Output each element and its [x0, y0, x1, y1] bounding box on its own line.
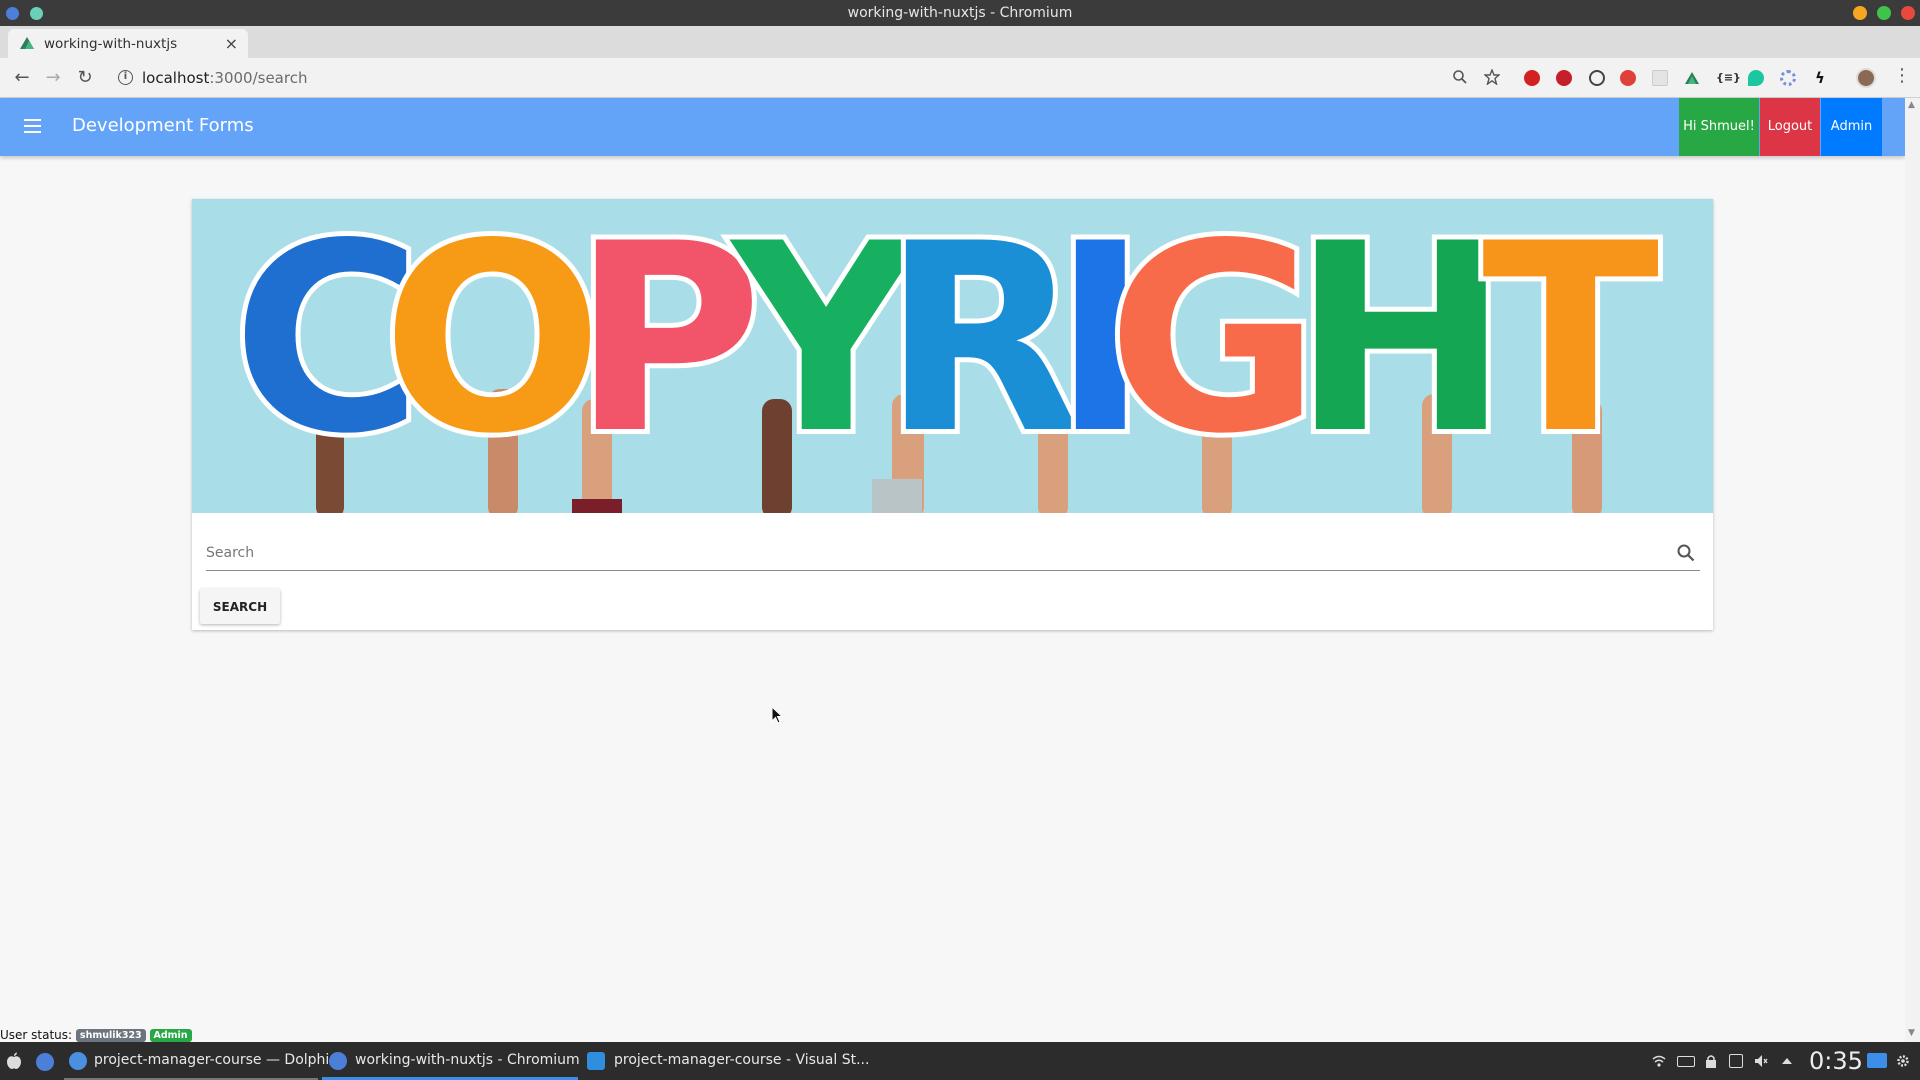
leaf-extension-icon[interactable] — [1748, 70, 1764, 86]
nuxt-icon — [20, 37, 34, 49]
gear-extension-icon[interactable] — [1780, 70, 1796, 86]
mouse-cursor-icon — [771, 706, 783, 724]
user-status-label: User status: — [0, 1028, 73, 1042]
search-button[interactable]: SEARCH — [200, 589, 280, 624]
folder-icon[interactable] — [1867, 1053, 1887, 1068]
search-icon[interactable] — [1676, 543, 1696, 563]
back-icon[interactable]: ← — [12, 68, 32, 88]
taskbar-item-label: project-manager-course — Dolphin — [94, 1052, 339, 1068]
vue-extension-icon[interactable] — [1684, 70, 1700, 86]
apple-menu-icon[interactable] — [6, 1052, 22, 1070]
tray-expand-icon[interactable] — [1780, 1054, 1794, 1068]
redux-extension-icon[interactable]: ϟ — [1812, 70, 1828, 86]
profile-avatar[interactable] — [1856, 68, 1876, 88]
os-titlebar: working-with-nuxtjs - Chromium — [0, 0, 1920, 26]
taskbar-item-chromium[interactable]: working-with-nuxtjs - Chromium — [322, 1042, 580, 1080]
search-input[interactable] — [206, 539, 1646, 567]
app-header: Development Forms Hi Shmuel! Logout Admi… — [0, 98, 1905, 156]
record-extension-icon[interactable] — [1620, 70, 1636, 86]
svg-text:T: T — [1482, 199, 1661, 491]
copyright-banner-image: C O P Y R I G H T — [192, 199, 1713, 513]
greeting-button[interactable]: Hi Shmuel! — [1679, 98, 1759, 156]
scroll-down-icon[interactable]: ▼ — [1908, 1028, 1915, 1038]
tab-strip: working-with-nuxtjs × + — [0, 26, 1920, 77]
taskbar-item-label: working-with-nuxtjs - Chromium — [355, 1052, 580, 1068]
browser-tab[interactable]: working-with-nuxtjs × — [8, 29, 248, 58]
dolphin-icon — [69, 1052, 87, 1070]
search-card: C O P Y R I G H T SEARCH — [192, 199, 1713, 630]
maximize-button[interactable] — [1877, 6, 1891, 20]
chromium-launcher-icon[interactable] — [36, 1053, 54, 1071]
volume-muted-icon[interactable] — [1754, 1054, 1768, 1068]
json-extension-icon[interactable]: {≡} — [1716, 70, 1741, 86]
svg-text:H: H — [1292, 199, 1510, 491]
forward-icon[interactable]: → — [43, 68, 63, 88]
tab-close-icon[interactable]: × — [225, 34, 238, 53]
admin-button[interactable]: Admin — [1821, 98, 1882, 156]
user-status: User status: shmulik323 Admin — [0, 1028, 192, 1042]
taskbar-clock[interactable]: 0:35 — [1809, 1047, 1863, 1075]
lock-icon[interactable] — [1704, 1054, 1718, 1068]
tab-title: working-with-nuxtjs — [44, 36, 178, 52]
battery-icon[interactable] — [1677, 1056, 1695, 1067]
blank-extension-icon[interactable] — [1652, 70, 1668, 86]
username-badge: shmulik323 — [75, 1029, 146, 1042]
more-menu-icon[interactable]: ⋮ — [1893, 66, 1911, 86]
url-path: :3000/search — [209, 69, 308, 87]
wifi-icon[interactable] — [1652, 1054, 1666, 1068]
app-title: Development Forms — [72, 115, 254, 136]
svg-text:O: O — [382, 199, 603, 491]
settings-gear-icon[interactable] — [1896, 1054, 1910, 1068]
block-extension-icon[interactable] — [1589, 70, 1605, 86]
taskbar-item-dolphin[interactable]: project-manager-course — Dolphin — [64, 1042, 338, 1080]
bookmark-star-icon[interactable] — [1484, 69, 1500, 85]
vscode-icon — [587, 1052, 605, 1070]
chromium-icon — [329, 1052, 347, 1070]
hamburger-menu-icon[interactable] — [24, 119, 41, 133]
svg-text:G: G — [1107, 199, 1320, 491]
clipboard-icon[interactable] — [1729, 1054, 1743, 1068]
yab-extension-icon[interactable] — [1524, 70, 1540, 86]
reload-icon[interactable]: ↻ — [75, 68, 95, 88]
os-taskbar: project-manager-course — Dolphin working… — [0, 1042, 1920, 1080]
logout-button[interactable]: Logout — [1760, 98, 1820, 156]
role-badge: Admin — [149, 1029, 192, 1042]
close-window-button[interactable] — [1901, 6, 1915, 20]
url-host: localhost — [142, 69, 210, 87]
adblock-extension-icon[interactable] — [1556, 70, 1572, 86]
search-field — [206, 539, 1700, 571]
address-bar[interactable]: i localhost:3000/search — [110, 63, 1520, 93]
taskbar-item-vscode[interactable]: project-manager-course - Visual St... — [582, 1042, 869, 1080]
taskbar-item-label: project-manager-course - Visual St... — [614, 1052, 870, 1068]
minimize-button[interactable] — [1853, 6, 1867, 20]
zoom-icon[interactable] — [1452, 69, 1468, 85]
window-title: working-with-nuxtjs - Chromium — [847, 5, 1073, 21]
info-icon[interactable]: i — [118, 70, 133, 85]
page-scrollbar[interactable]: ▲ ▼ — [1905, 98, 1920, 1042]
scroll-up-icon[interactable]: ▲ — [1908, 100, 1915, 110]
